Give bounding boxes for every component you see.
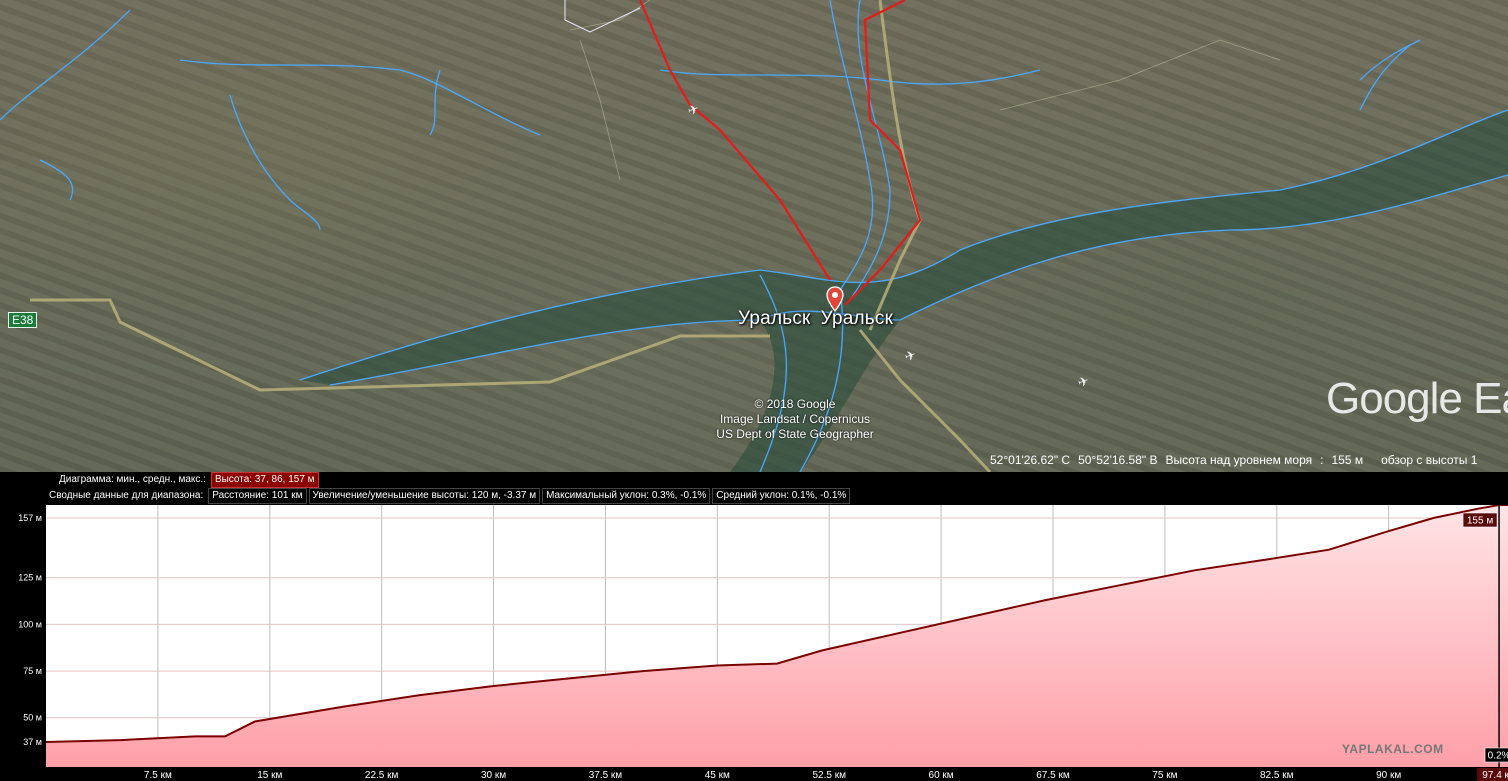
y-tick-label: 75 м (23, 666, 42, 676)
city-label[interactable]: Уральск Уральск (738, 308, 903, 330)
elevation-profile-panel: Диаграмма: мин., средн., макс.: Высота: … (0, 472, 1508, 781)
range-label: Сводные данные для диапазона: (49, 490, 204, 501)
x-tick-label: 7.5 км (144, 770, 172, 781)
distance-stat[interactable]: Расстояние: 101 км (208, 488, 307, 504)
max-slope-stat[interactable]: Максимальный уклон: 0.3%, -0.1% (542, 488, 711, 504)
yaplakal-watermark: YAPLAKAL.COM (1342, 742, 1444, 756)
x-tick-label: 90 км (1376, 770, 1401, 781)
elevation-gain-stat[interactable]: Увеличение/уменьшение высоты: 120 м, -3.… (308, 488, 541, 504)
profile-summary-row: Диаграмма: мин., средн., макс.: Высота: … (56, 472, 321, 488)
place-label: Уральск (820, 308, 894, 329)
eye-altitude-label: обзор с высоты 1 (1381, 453, 1478, 467)
attribution-line: Image Landsat / Copernicus (719, 412, 871, 426)
y-axis-labels: 157 м 125 м 100 м 75 м 50 м 37 м (18, 513, 42, 747)
cursor-slope-text: 0.2% (1488, 751, 1508, 762)
attribution-line: © 2018 Google (754, 397, 836, 411)
y-tick-label: 125 м (18, 573, 42, 583)
x-tick-label: 22.5 км (365, 770, 399, 781)
cursor-distance-text: 97.4 км (1482, 770, 1508, 781)
x-tick-label: 75 км (1152, 770, 1177, 781)
latitude: 52°01'26.62" С (990, 453, 1071, 467)
place-label: Уральск (738, 308, 811, 329)
borders (569, 0, 1281, 181)
elevation-value: 155 м (1331, 453, 1364, 467)
x-tick-label: 82.5 км (1260, 770, 1294, 781)
attribution-line: US Dept of State Geographer (716, 427, 874, 441)
map-view[interactable]: ✈ ✈ ✈ Уральск Уральск E38 © 2018 Google I… (0, 0, 1508, 472)
x-tick-label: 60 км (929, 770, 954, 781)
x-axis-labels: 7.5 км 15 км 22.5 км 30 км 37.5 км 45 км 52.5 … (144, 770, 1401, 781)
y-tick-label: 157 м (18, 513, 42, 523)
cursor-elevation-text: 155 м (1467, 516, 1493, 527)
y-tick-label: 50 м (23, 713, 42, 723)
graph-label: Диаграмма: мин., средн., макс.: (59, 474, 206, 485)
coordinates-status-bar: 52°01'26.62" С 50°52'16.58" В Высота над… (990, 453, 1478, 467)
y-tick-label: 37 м (23, 737, 42, 747)
range-summary-row: Сводные данные для диапазона: Расстояние… (46, 488, 852, 504)
avg-slope-stat[interactable]: Средний уклон: 0.1%, -0.1% (712, 488, 851, 504)
map-attribution: © 2018 Google Image Landsat / Copernicus… (700, 397, 890, 442)
elevation-stats[interactable]: Высота: 37, 86, 157 м (210, 472, 319, 488)
route-lines (638, 0, 922, 306)
x-tick-label: 45 км (705, 770, 730, 781)
y-tick-label: 100 м (18, 619, 42, 629)
elevation-chart[interactable]: 157 м 125 м 100 м 75 м 50 м 37 м 7.5 км 15 км 2… (0, 505, 1508, 781)
google-earth-logo: Google Ea (1326, 374, 1508, 423)
x-tick-label: 52.5 км (812, 770, 846, 781)
elevation-label: Высота над уровнем моря (1165, 453, 1313, 467)
longitude: 50°52'16.58" В (1078, 453, 1158, 467)
x-tick-label: 15 км (257, 770, 282, 781)
x-tick-label: 30 км (481, 770, 506, 781)
road-shield: E38 (8, 312, 38, 328)
admin-boundary (564, 0, 641, 33)
x-tick-label: 67.5 км (1036, 770, 1070, 781)
x-tick-label: 37.5 км (589, 770, 623, 781)
